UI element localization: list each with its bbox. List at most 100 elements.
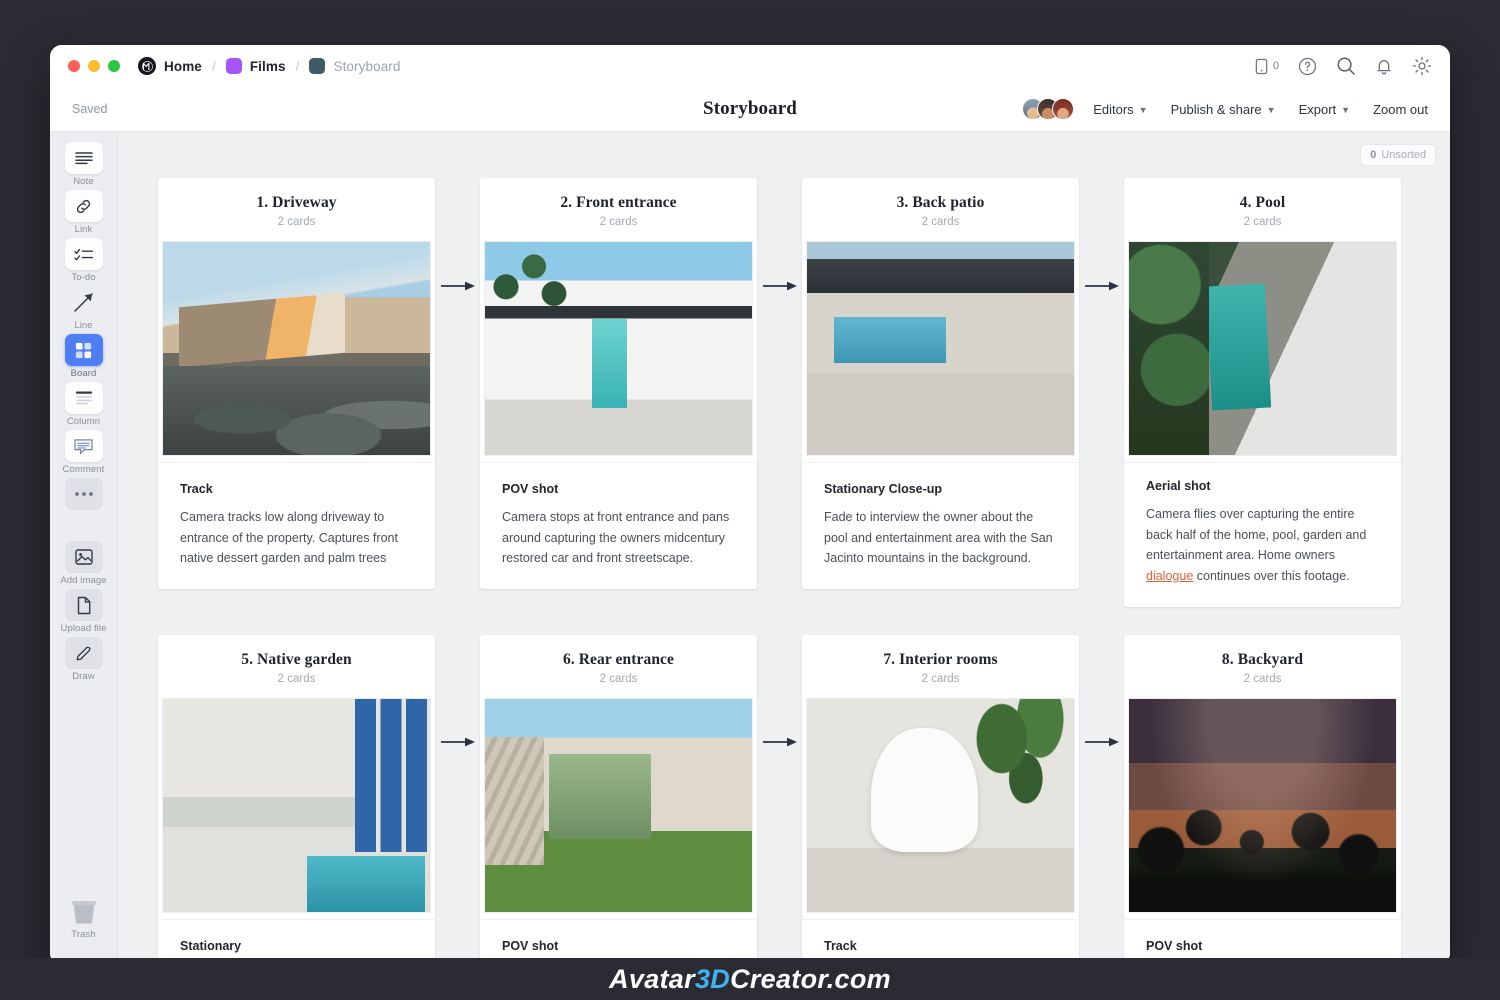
- breadcrumb: Home / Films / Storyboard: [138, 57, 401, 75]
- column-wrapper: 3. Back patio 2 cards Stationary Close-u…: [802, 178, 1124, 635]
- milanote-logo-icon: [138, 57, 156, 75]
- column-image-card[interactable]: [484, 698, 753, 913]
- column-title: 3. Back patio: [812, 194, 1069, 212]
- column-image-card[interactable]: [1128, 698, 1397, 913]
- zoom-out-button[interactable]: Zoom out: [1373, 102, 1428, 117]
- tool-upload-file[interactable]: Upload file: [56, 589, 112, 634]
- editors-label: Editors: [1093, 102, 1133, 117]
- publish-share-menu-button[interactable]: Publish & share ▼: [1171, 102, 1276, 117]
- column-title: 7. Interior rooms: [812, 651, 1069, 669]
- connector-arrow: [1079, 178, 1124, 393]
- app-window: Home / Films / Storyboard 0: [50, 45, 1450, 965]
- export-menu-button[interactable]: Export ▼: [1299, 102, 1351, 117]
- storyboard-column[interactable]: 5. Native garden 2 cards Stationary Inte…: [158, 635, 435, 966]
- board-canvas[interactable]: 0 Unsorted 1. Driveway 2 cards Track Ca: [118, 132, 1450, 965]
- saved-status: Saved: [72, 102, 107, 116]
- column-image-card[interactable]: [484, 241, 753, 456]
- tool-more[interactable]: [56, 478, 112, 512]
- column-card-count: 2 cards: [490, 673, 747, 685]
- maximize-window-button[interactable]: [108, 60, 120, 72]
- app-body: Note Link To-do Line: [50, 132, 1450, 965]
- card-body: Camera flies over capturing the entire b…: [1146, 504, 1379, 587]
- tool-link[interactable]: Link: [56, 190, 112, 235]
- tool-todo[interactable]: To-do: [56, 238, 112, 283]
- column-image-card[interactable]: [806, 241, 1075, 456]
- column-card-count: 2 cards: [812, 216, 1069, 228]
- tool-note[interactable]: Note: [56, 142, 112, 187]
- window-traffic-lights[interactable]: [68, 60, 120, 72]
- storyboard-column[interactable]: 8. Backyard 2 cards POV shot Camera move…: [1124, 635, 1401, 966]
- highlighted-word[interactable]: dialogue: [1146, 569, 1193, 583]
- connector-arrow: [435, 178, 480, 393]
- color-swatch-icon: [226, 58, 242, 74]
- draw-pencil-icon: [65, 637, 103, 669]
- column-card-count: 2 cards: [168, 673, 425, 685]
- mobile-icon-button[interactable]: 0: [1254, 58, 1279, 75]
- column-header: 1. Driveway 2 cards: [158, 178, 435, 238]
- column-image-card[interactable]: [1128, 241, 1397, 456]
- storyboard-column[interactable]: 1. Driveway 2 cards Track Camera tracks …: [158, 178, 435, 589]
- column-text-card[interactable]: Track Camera tracks low along driveway t…: [158, 462, 435, 589]
- tool-label-comment: Comment: [56, 464, 112, 475]
- column-image-card[interactable]: [162, 698, 431, 913]
- watermark: Avatar3DCreator.com: [0, 958, 1500, 1000]
- board-icon: [65, 334, 103, 366]
- help-icon[interactable]: [1298, 57, 1317, 76]
- watermark-mid: 3D: [695, 964, 730, 995]
- settings-gear-icon[interactable]: [1412, 56, 1432, 76]
- storyboard-column[interactable]: 2. Front entrance 2 cards POV shot Camer…: [480, 178, 757, 589]
- tool-label-line: Line: [56, 320, 112, 331]
- avatar: [1052, 98, 1074, 120]
- tool-add-image[interactable]: Add image: [56, 541, 112, 586]
- column-card-count: 2 cards: [812, 673, 1069, 685]
- connector-arrow: [435, 635, 480, 850]
- column-text-card[interactable]: Aerial shot Camera flies over capturing …: [1124, 462, 1401, 607]
- card-kicker: POV shot: [502, 939, 735, 953]
- column-title: 8. Backyard: [1134, 651, 1391, 669]
- tool-draw[interactable]: Draw: [56, 637, 112, 682]
- tool-comment[interactable]: Comment: [56, 430, 112, 475]
- tool-label-link: Link: [56, 224, 112, 235]
- search-icon[interactable]: [1336, 56, 1356, 76]
- breadcrumb-item-films[interactable]: Films: [226, 58, 286, 74]
- export-label: Export: [1299, 102, 1337, 117]
- unsorted-label: Unsorted: [1381, 149, 1426, 161]
- tool-label-add-image: Add image: [56, 575, 112, 586]
- chevron-down-icon: ▼: [1341, 105, 1350, 115]
- breadcrumb-item-home[interactable]: Home: [138, 57, 202, 75]
- mobile-device-count: 0: [1273, 60, 1279, 72]
- color-swatch-icon: [309, 58, 325, 74]
- storyboard-column[interactable]: 6. Rear entrance 2 cards POV shot Camera…: [480, 635, 757, 966]
- editors-menu-button[interactable]: Editors ▼: [1093, 102, 1147, 117]
- column-text-card[interactable]: POV shot Camera stops at front entrance …: [480, 462, 757, 589]
- column-title: 5. Native garden: [168, 651, 425, 669]
- tool-trash[interactable]: Trash: [56, 899, 112, 940]
- column-text-card[interactable]: Stationary Close-up Fade to interview th…: [802, 462, 1079, 589]
- column-header: 5. Native garden 2 cards: [158, 635, 435, 695]
- close-window-button[interactable]: [68, 60, 80, 72]
- breadcrumb-item-storyboard[interactable]: Storyboard: [309, 58, 400, 74]
- card-kicker: POV shot: [1146, 939, 1379, 953]
- column-image-card[interactable]: [806, 698, 1075, 913]
- notifications-bell-icon[interactable]: [1375, 57, 1393, 76]
- column-wrapper: 7. Interior rooms 2 cards Track Camera p…: [802, 635, 1124, 966]
- connector-arrow: [757, 178, 802, 393]
- column-header: 6. Rear entrance 2 cards: [480, 635, 757, 695]
- tool-line[interactable]: Line: [56, 286, 112, 331]
- column-wrapper: 5. Native garden 2 cards Stationary Inte…: [158, 635, 480, 966]
- column-title: 2. Front entrance: [490, 194, 747, 212]
- card-kicker: Track: [824, 939, 1057, 953]
- tool-column[interactable]: Column: [56, 382, 112, 427]
- editor-avatars[interactable]: [1022, 98, 1074, 120]
- column-title: 4. Pool: [1134, 194, 1391, 212]
- tool-label-column: Column: [56, 416, 112, 427]
- minimize-window-button[interactable]: [88, 60, 100, 72]
- column-image-card[interactable]: [162, 241, 431, 456]
- storyboard-column[interactable]: 4. Pool 2 cards Aerial shot Camera flies…: [1124, 178, 1401, 607]
- tool-board[interactable]: Board: [56, 334, 112, 379]
- storyboard-column[interactable]: 7. Interior rooms 2 cards Track Camera p…: [802, 635, 1079, 966]
- column-wrapper: 8. Backyard 2 cards POV shot Camera move…: [1124, 635, 1401, 966]
- connector-arrow: [1079, 635, 1124, 850]
- unsorted-badge[interactable]: 0 Unsorted: [1360, 144, 1436, 166]
- storyboard-column[interactable]: 3. Back patio 2 cards Stationary Close-u…: [802, 178, 1079, 589]
